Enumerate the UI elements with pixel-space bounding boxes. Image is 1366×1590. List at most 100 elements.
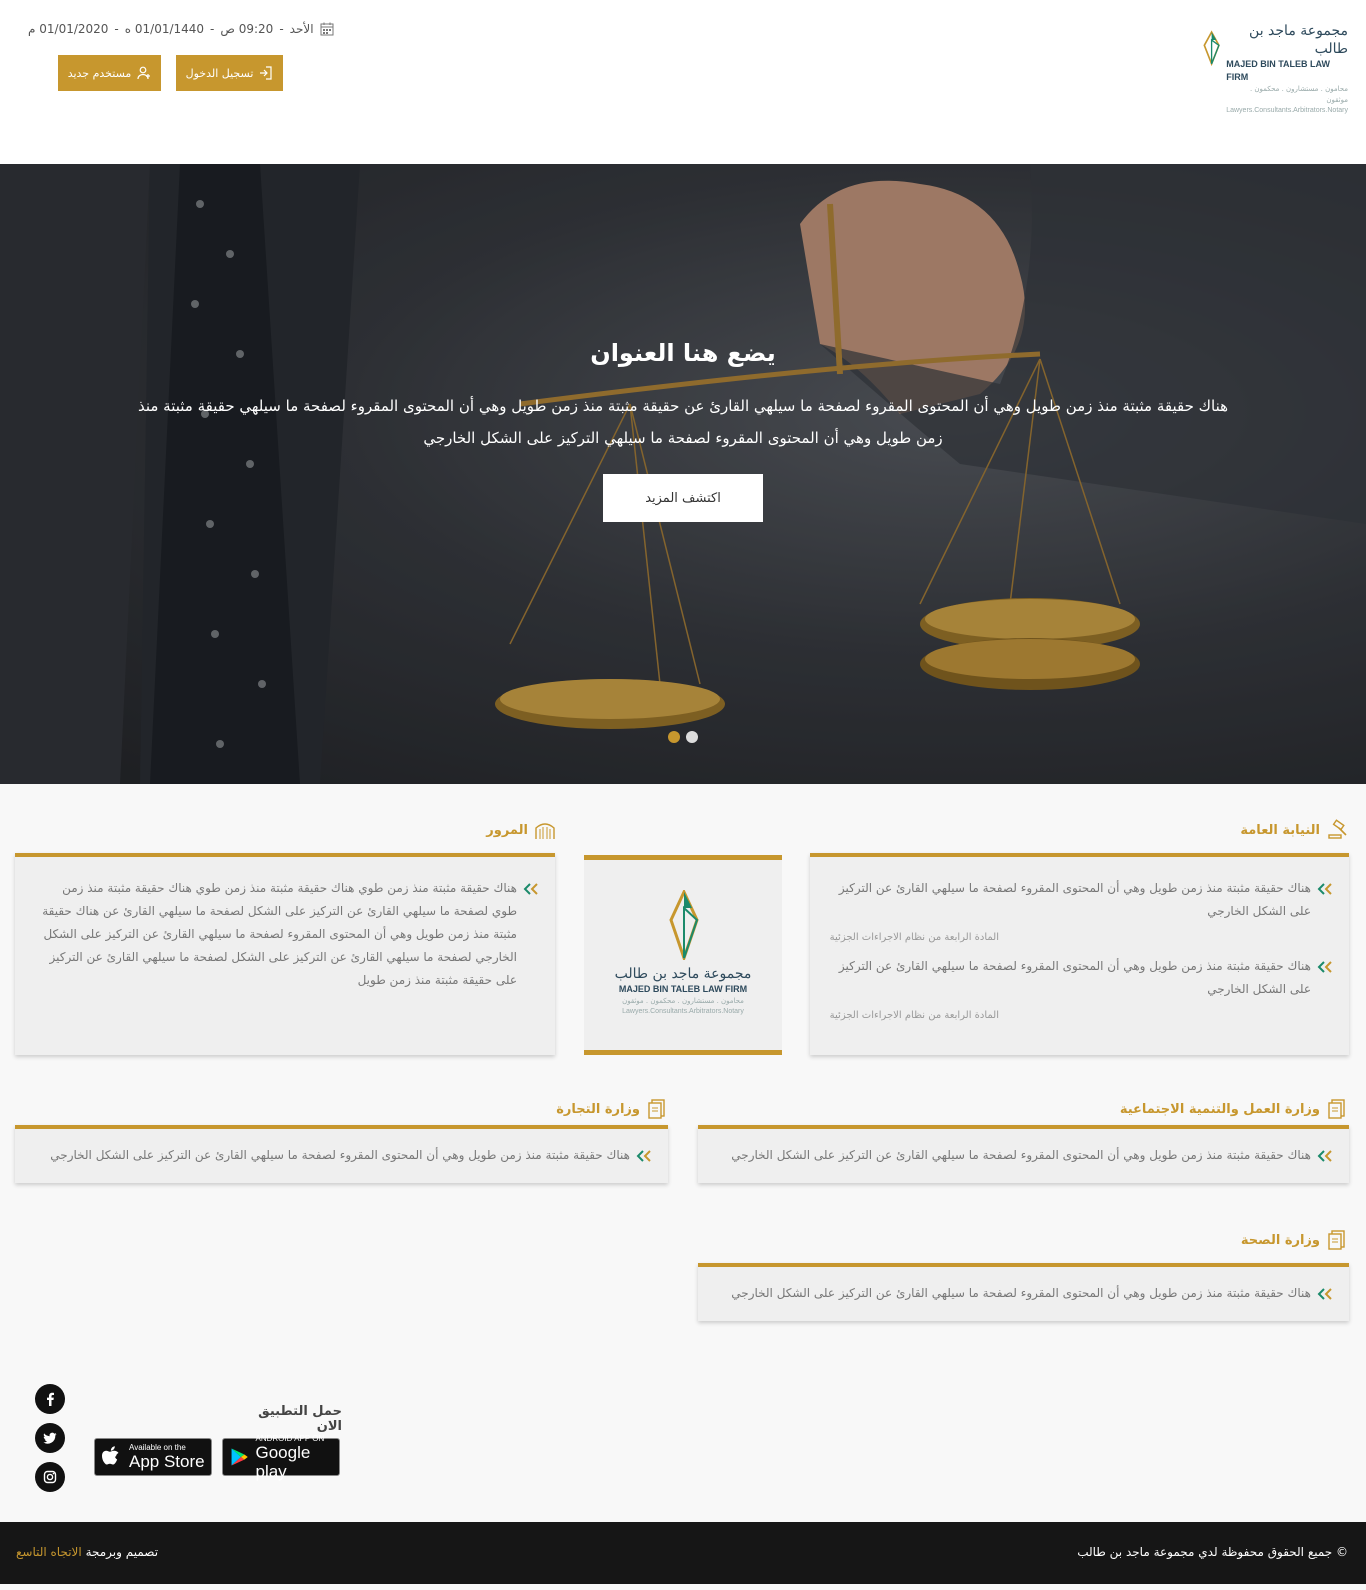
hero-slider: يضع هنا العنوان هناك حقيقة مثبتة منذ زمن… <box>0 164 1366 784</box>
list-item-note: المادة الرابعة من نظام الاجراءات الجزئية <box>829 932 999 943</box>
login-button[interactable]: تسجيل الدخول <box>176 55 283 91</box>
chevron-left-icon <box>1317 1150 1332 1162</box>
chevron-left-icon <box>1317 961 1332 973</box>
list-item[interactable]: هناك حقيقة مثبتة منذ زمن طويل وهي أن الم… <box>713 1144 1333 1167</box>
discover-more-button[interactable]: اكتشف المزيد <box>603 474 763 522</box>
list-item-text: هناك حقيقة مثبتة منذ زمن طويل وهي أن الم… <box>731 1148 1311 1162</box>
date-time: 09:20 ص <box>220 22 274 36</box>
center-logo-text: مجموعة ماجد بن طالب MAJED BIN TALEB LAW … <box>584 965 782 1017</box>
chevron-left-icon <box>1317 1288 1332 1300</box>
add-user-icon <box>137 66 151 80</box>
site-header: مجموعة ماجد بن طالب MAJED BIN TALEB LAW … <box>0 0 1366 164</box>
slider-dot-1[interactable] <box>668 731 680 743</box>
app-store-big: App Store <box>129 1452 205 1471</box>
list-item[interactable]: هناك حقيقة مثبتة منذ زمن طوي هناك حقيقة … <box>39 877 539 992</box>
slider-dot-2[interactable] <box>686 731 698 743</box>
register-label: مستخدم جديد <box>67 66 132 80</box>
section-title-label: وزارة التجارة <box>556 1101 640 1117</box>
section-title-labor: وزارة العمل والتنمية الاجتماعية <box>1120 1097 1348 1121</box>
section-title-traffic: المرور <box>486 818 556 842</box>
google-play-button[interactable]: ANDROID APP ON Google play <box>222 1434 340 1481</box>
list-item-text: هناك حقيقة مثبتة منذ زمن طويل وهي أن الم… <box>50 1148 630 1162</box>
apple-icon <box>102 1446 119 1465</box>
gem-logo-icon <box>669 890 699 960</box>
hero-text: هناك حقيقة مثبتة منذ زمن طويل وهي أن الم… <box>137 397 1229 447</box>
list-item-text: هناك حقيقة مثبتة منذ زمن طويل وهي أن الم… <box>838 881 1311 918</box>
credit-prefix: تصميم وبرمجة <box>85 1545 159 1559</box>
list-item-note: المادة الرابعة من نظام الاجراءات الجزئية <box>829 1010 999 1021</box>
card-traffic: هناك حقيقة مثبتة منذ زمن طوي هناك حقيقة … <box>15 853 555 1055</box>
date-day: الأحد <box>289 22 314 36</box>
building-icon <box>535 823 555 839</box>
logo-text: مجموعة ماجد بن طالب MAJED BIN TALEB LAW … <box>1226 22 1348 116</box>
hero-title: يضع هنا العنوان <box>590 339 776 367</box>
card-public-prosecution: هناك حقيقة مثبتة منذ زمن طويل وهي أن الم… <box>810 853 1349 1055</box>
section-title-label: المرور <box>486 822 528 838</box>
list-item-text: هناك حقيقة مثبتة منذ زمن طويل وهي أن الم… <box>838 959 1311 996</box>
document-icon <box>1328 1099 1345 1119</box>
section-title-label: النيابة العامة <box>1240 822 1320 838</box>
credit-text: تصميم وبرمجة الاتجاه التاسع <box>16 1545 158 1559</box>
center-logo-card: مجموعة ماجد بن طالب MAJED BIN TALEB LAW … <box>584 855 782 1055</box>
list-item-text: هناك حقيقة مثبتة منذ زمن طويل وهي أن الم… <box>731 1286 1311 1300</box>
date-sep: - <box>279 22 284 36</box>
section-title-health: وزارة الصحة <box>1241 1228 1348 1252</box>
card-labor: هناك حقيقة مثبتة منذ زمن طويل وهي أن الم… <box>698 1125 1349 1183</box>
login-label: تسجيل الدخول <box>185 66 254 80</box>
google-play-icon <box>231 1448 248 1466</box>
facebook-button[interactable] <box>35 1384 65 1414</box>
chevron-left-icon <box>636 1150 651 1162</box>
copyright-text: © جميع الحقوق محفوظة لدي مجموعة ماجد بن … <box>1077 1545 1348 1559</box>
twitter-icon <box>43 1432 57 1444</box>
list-item[interactable]: هناك حقيقة مثبتة منذ زمن طويل وهي أن الم… <box>32 1144 652 1167</box>
login-icon <box>260 66 272 80</box>
card-health: هناك حقيقة مثبتة منذ زمن طويل وهي أن الم… <box>698 1263 1349 1321</box>
chevron-left-icon <box>1317 883 1332 895</box>
list-item-text: هناك حقيقة مثبتة منذ زمن طوي هناك حقيقة … <box>42 881 517 987</box>
instagram-button[interactable] <box>35 1462 65 1492</box>
section-title-commerce: وزارة التجارة <box>556 1097 668 1121</box>
date-sep: - <box>114 22 119 36</box>
site-logo[interactable]: مجموعة ماجد بن طالب MAJED BIN TALEB LAW … <box>1203 22 1348 114</box>
logo-tagline-en: Lawyers.Consultants.Arbitrators.Notary <box>1226 107 1348 114</box>
date-gregorian: 01/01/2020 م <box>28 22 109 36</box>
section-title-public-prosecution: النيابة العامة <box>1240 818 1348 842</box>
google-play-big: Google play <box>255 1442 311 1481</box>
google-play-label: ANDROID APP ON Google play <box>256 1434 334 1481</box>
app-store-label: Available on the App Store <box>129 1443 205 1471</box>
gavel-icon <box>1328 819 1347 839</box>
logo-tagline-ar: محامون . مستشارون . محكمون . موثقون <box>1249 85 1348 104</box>
section-title-label: وزارة العمل والتنمية الاجتماعية <box>1119 1101 1320 1117</box>
document-icon <box>1328 1230 1345 1250</box>
app-download-title: حمل التطبيق الان <box>258 1404 342 1434</box>
logo-name-en: MAJED BIN TALEB LAW FIRM <box>1226 59 1331 82</box>
hero-content: يضع هنا العنوان هناك حقيقة مثبتة منذ زمن… <box>0 164 1366 784</box>
logo-name-en: MAJED BIN TALEB LAW FIRM <box>618 984 748 994</box>
app-store-button[interactable]: Available on the App Store <box>94 1438 212 1476</box>
logo-tagline-ar: محامون . مستشارون . محكمون . موثقون <box>622 997 744 1005</box>
document-icon <box>648 1099 665 1119</box>
list-item[interactable]: هناك حقيقة مثبتة منذ زمن طويل وهي أن الم… <box>833 955 1333 1001</box>
slider-dots <box>668 731 698 743</box>
facebook-icon <box>47 1392 54 1406</box>
instagram-icon <box>43 1470 57 1484</box>
list-item[interactable]: هناك حقيقة مثبتة منذ زمن طويل وهي أن الم… <box>833 877 1333 923</box>
logo-name-ar: مجموعة ماجد بن طالب <box>1249 23 1348 57</box>
twitter-button[interactable] <box>35 1423 65 1453</box>
date-sep: - <box>210 22 215 36</box>
card-commerce: هناك حقيقة مثبتة منذ زمن طويل وهي أن الم… <box>15 1125 668 1183</box>
google-play-small: ANDROID APP ON <box>255 1433 325 1443</box>
section-title-label: وزارة الصحة <box>1240 1232 1320 1248</box>
date-hijri: 01/01/1440 ه <box>124 22 205 36</box>
app-store-small: Available on the <box>129 1443 186 1452</box>
register-button[interactable]: مستخدم جديد <box>58 55 161 91</box>
logo-tagline-en: Lawyers.Consultants.Arbitrators.Notary <box>622 1008 744 1015</box>
chevron-left-icon <box>523 883 538 895</box>
date-bar: الأحد - 09:20 ص - 01/01/1440 ه - 01/01/2… <box>28 20 334 38</box>
logo-name-ar: مجموعة ماجد بن طالب <box>614 966 752 982</box>
gem-logo-icon <box>1203 30 1220 67</box>
credit-link[interactable]: الاتجاه التاسع <box>16 1545 82 1559</box>
list-item[interactable]: هناك حقيقة مثبتة منذ زمن طويل وهي أن الم… <box>713 1282 1333 1305</box>
calendar-icon <box>320 22 334 36</box>
site-footer: © جميع الحقوق محفوظة لدي مجموعة ماجد بن … <box>0 1522 1366 1584</box>
